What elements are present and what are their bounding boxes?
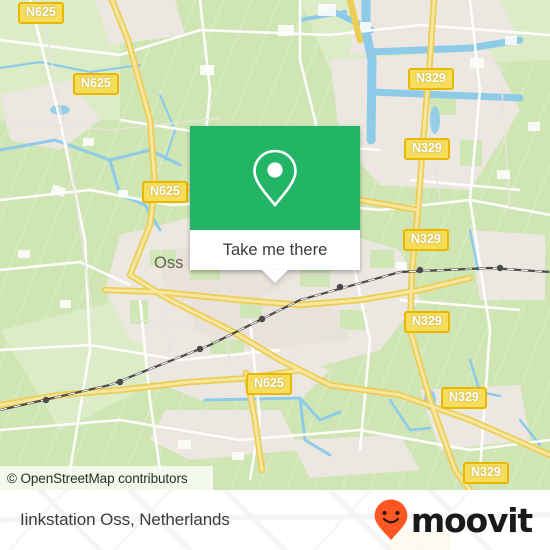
- moovit-wordmark: moovit: [410, 500, 533, 540]
- moovit-pin-icon: [374, 499, 408, 541]
- take-me-there-label: Take me there: [222, 240, 328, 259]
- card-pointer: [262, 270, 288, 283]
- location-title: Iinkstation Oss, Netherlands: [20, 510, 230, 529]
- road-shield: N625: [246, 373, 292, 395]
- map-city-label: Oss: [154, 254, 183, 272]
- road-shield-label: N329: [412, 314, 442, 328]
- road-shield: N625: [142, 181, 188, 203]
- road-shield-label: N625: [150, 184, 180, 198]
- road-shield-label: N329: [412, 141, 442, 155]
- road-shield: N329: [403, 229, 449, 251]
- road-shield: N625: [18, 2, 64, 24]
- moovit-location-card: Oss N625 N625 N329 N329 N625 N329 N329 N625 N329…: [0, 0, 550, 550]
- road-shield-label: N625: [81, 76, 111, 90]
- road-shield: N329: [404, 311, 450, 333]
- card-pin-area: [190, 126, 360, 230]
- road-shield-label: N329: [449, 390, 479, 404]
- road-shield-label: N329: [416, 71, 446, 85]
- take-me-there-card[interactable]: Take me there: [190, 126, 360, 283]
- map-pin-icon: [253, 149, 297, 208]
- footer-bar: Iinkstation Oss, Netherlands moovit: [0, 490, 550, 550]
- road-shield: N329: [441, 387, 487, 409]
- road-shield: N329: [463, 462, 509, 484]
- moovit-logo[interactable]: moovit: [374, 499, 533, 541]
- road-shield: N329: [404, 138, 450, 160]
- osm-attribution[interactable]: © OpenStreetMap contributors: [0, 466, 213, 490]
- osm-attribution-text: © OpenStreetMap contributors: [7, 470, 188, 486]
- road-shield-label: N329: [471, 465, 501, 479]
- take-me-there-button[interactable]: Take me there: [190, 230, 360, 283]
- road-shield-label: N625: [254, 376, 284, 390]
- road-shield-label: N625: [26, 5, 56, 19]
- road-shield: N329: [408, 68, 454, 90]
- road-shield-label: N329: [411, 232, 441, 246]
- road-shield: N625: [73, 73, 119, 95]
